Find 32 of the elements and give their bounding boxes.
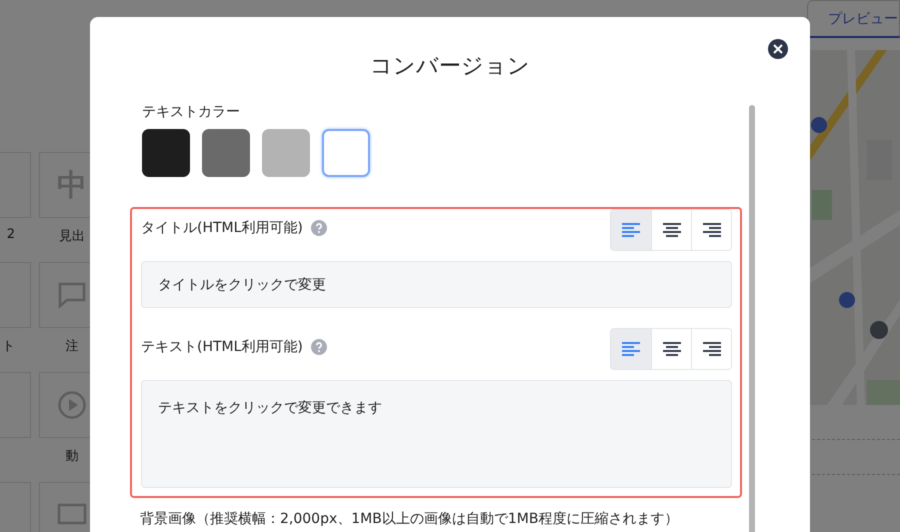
align-button[interactable] (691, 329, 731, 369)
close-button[interactable] (768, 39, 788, 59)
align-center-icon (662, 342, 680, 356)
tile-label: 動 (66, 448, 78, 465)
align-right-icon (702, 342, 720, 356)
play-icon (57, 390, 87, 420)
close-icon (773, 44, 783, 54)
field-label: タイトル(HTML利用可能) (141, 219, 303, 237)
color-swatch[interactable] (202, 129, 250, 177)
tile-label: 注 (66, 338, 78, 355)
field-label: 背景画像（推奨横幅：2,000px、1MB以上の画像は自動で1MB程度に圧縮されます） (140, 510, 680, 528)
help-icon[interactable] (310, 339, 327, 355)
tile-label: 2 (6, 227, 15, 242)
align-right-icon (702, 223, 720, 237)
align-left-icon (622, 342, 640, 356)
field-label: テキストカラー (142, 103, 241, 121)
tile-label: 見出 (59, 228, 85, 245)
color-swatch[interactable] (142, 129, 190, 177)
speech-bubble-icon (57, 281, 87, 309)
field-label: テキスト(HTML利用可能) (141, 338, 303, 356)
text-area[interactable]: テキストをクリックで変更できます (141, 380, 732, 488)
card-icon (57, 503, 87, 527)
color-swatch[interactable] (322, 129, 370, 177)
color-swatch[interactable] (262, 129, 310, 177)
input-field[interactable]: タイトルをクリックで変更 (141, 261, 732, 308)
align-left-icon (622, 223, 640, 237)
tile-label: ト (2, 338, 15, 355)
align-button[interactable] (691, 210, 731, 250)
dialog-title: コンバージョン (369, 53, 531, 81)
scrollbar[interactable] (749, 105, 755, 532)
help-icon[interactable] (310, 220, 327, 236)
align-center-icon (662, 223, 680, 237)
